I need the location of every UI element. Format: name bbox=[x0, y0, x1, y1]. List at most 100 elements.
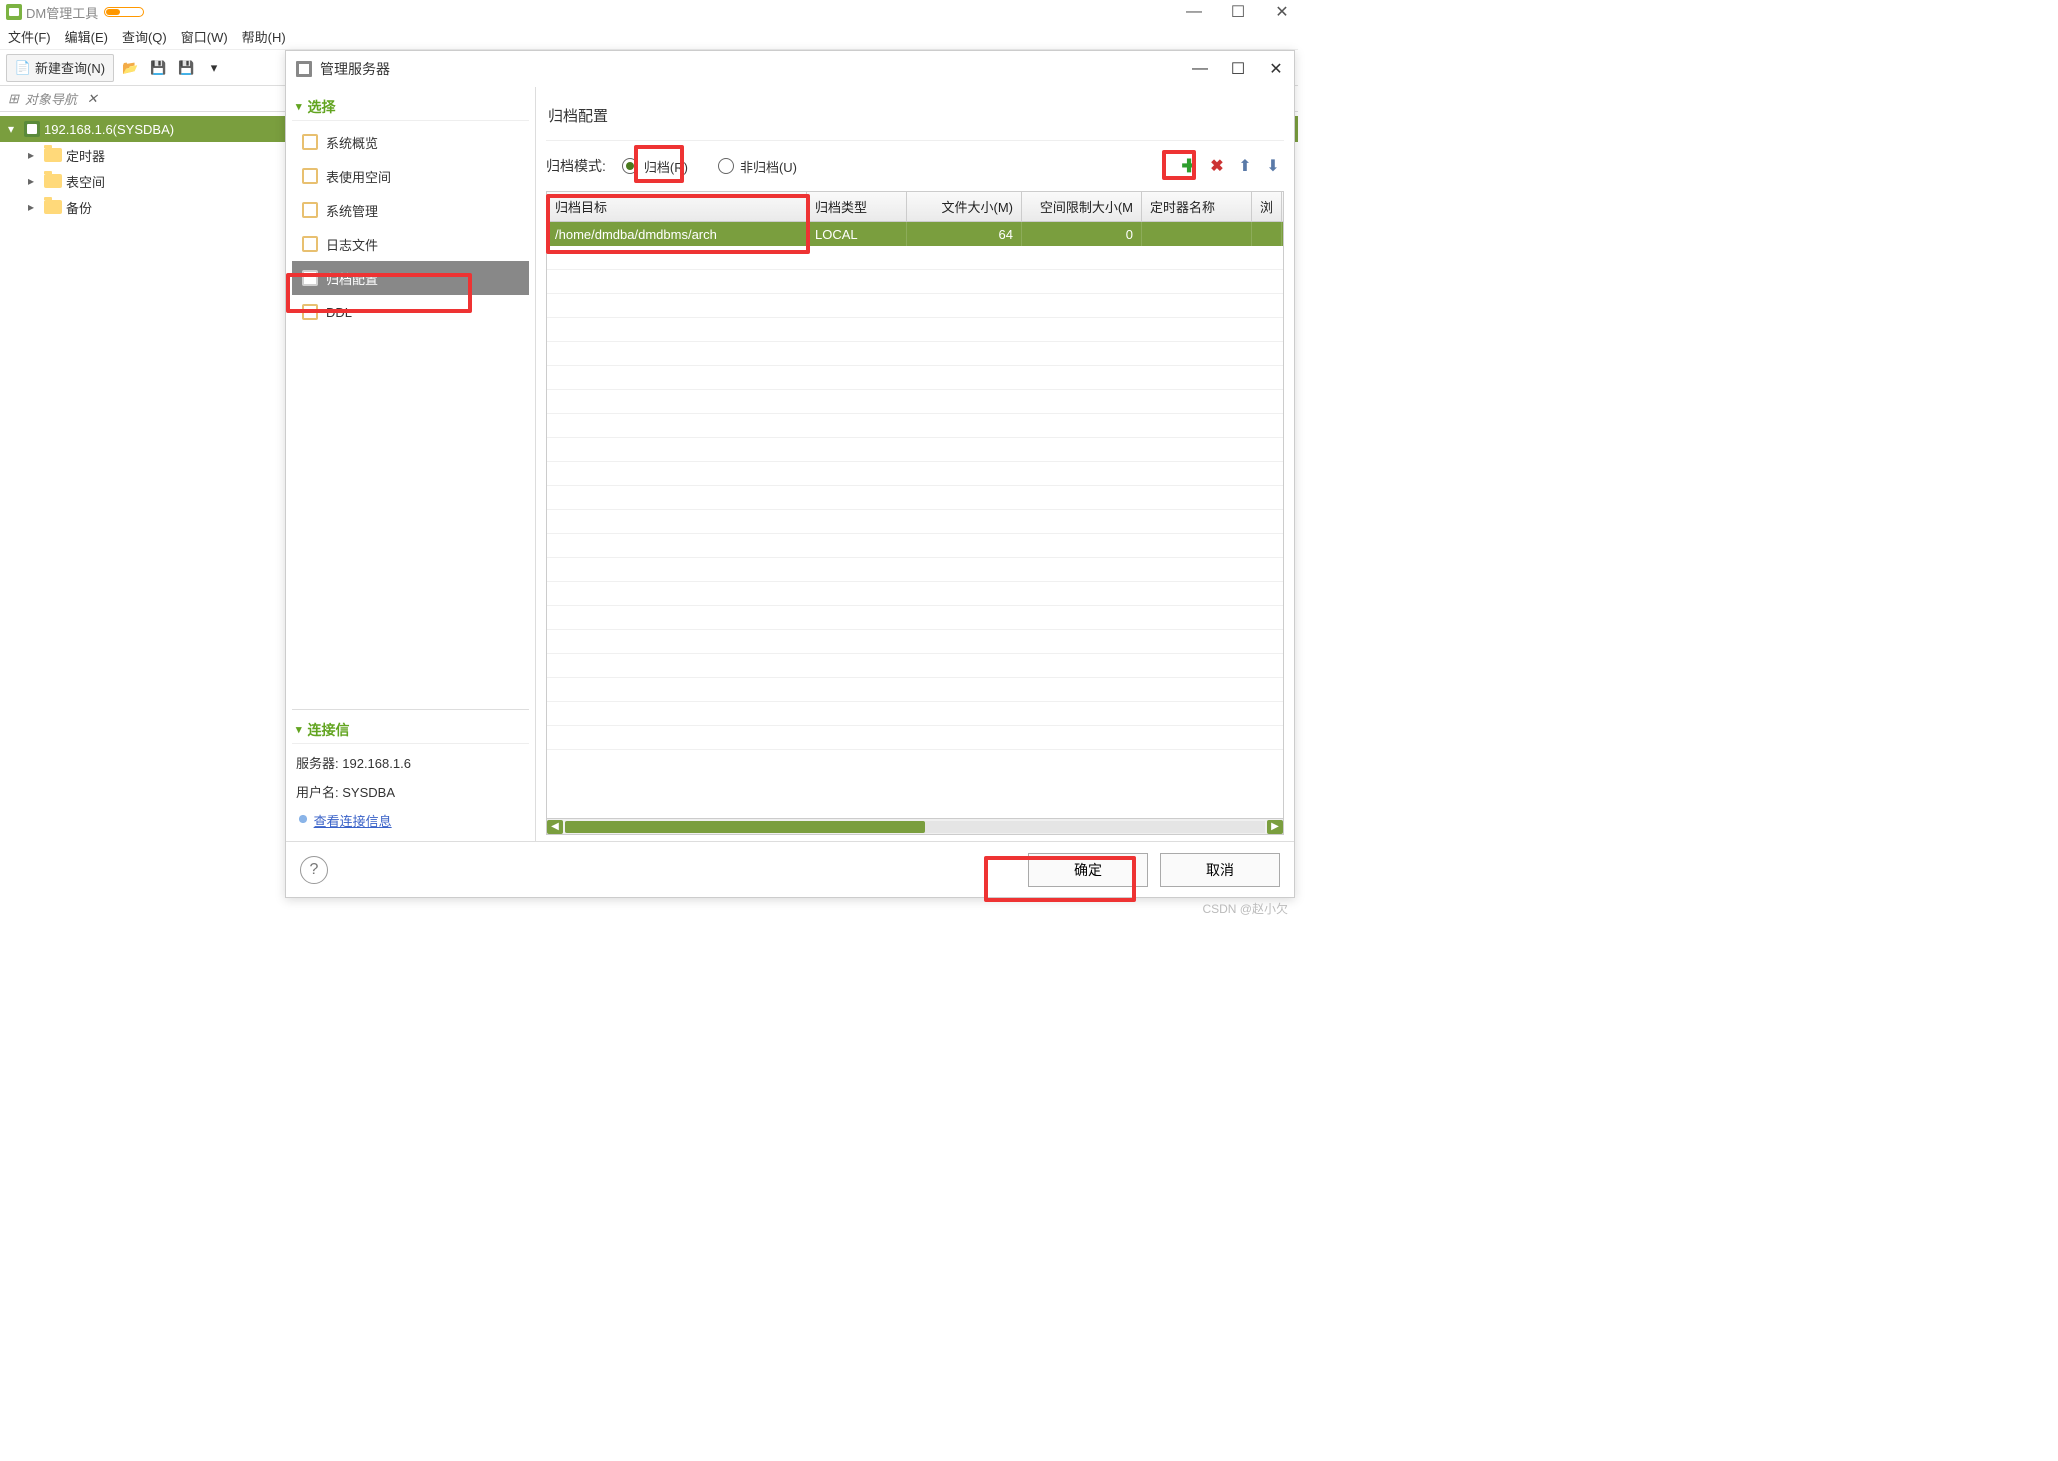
add-row-icon[interactable]: ✚ bbox=[1178, 155, 1200, 177]
mode-actions: ✚ ✖ ⬆ ⬇ bbox=[1178, 155, 1284, 177]
empty-row bbox=[547, 678, 1283, 702]
dialog-minimize-button[interactable]: — bbox=[1192, 61, 1208, 77]
new-query-button[interactable]: 📄 新建查询(N) bbox=[6, 54, 114, 82]
radio-label: 非归档(U) bbox=[740, 157, 797, 176]
empty-row bbox=[547, 534, 1283, 558]
menu-help[interactable]: 帮助(H) bbox=[242, 27, 286, 46]
col-size[interactable]: 文件大小(M) bbox=[907, 192, 1022, 221]
empty-row bbox=[547, 342, 1283, 366]
dialog-close-button[interactable]: ✕ bbox=[1268, 61, 1284, 77]
scroll-thumb[interactable] bbox=[565, 821, 925, 833]
col-timer[interactable]: 定时器名称 bbox=[1142, 192, 1252, 221]
view-conn-link[interactable]: 查看连接信息 bbox=[314, 811, 392, 830]
help-button[interactable]: ? bbox=[300, 856, 328, 884]
empty-row bbox=[547, 318, 1283, 342]
tree-expand-icon[interactable]: ▸ bbox=[28, 200, 40, 214]
dialog-content: 归档配置 归档模式: 归档(R) 非归档(U) ✚ ✖ ⬆ ⬇ bbox=[536, 87, 1294, 841]
folder-icon bbox=[44, 148, 62, 162]
tree-collapse-icon[interactable]: ▾ bbox=[8, 122, 20, 136]
progress-indicator bbox=[104, 7, 144, 17]
sidebar-item-label: DDL bbox=[326, 305, 352, 320]
menu-window[interactable]: 窗口(W) bbox=[181, 27, 228, 46]
cell-browse[interactable] bbox=[1252, 222, 1282, 246]
content-title: 归档配置 bbox=[546, 97, 1284, 141]
sidebar-item-archive[interactable]: 归档配置 bbox=[292, 261, 529, 295]
tree-expand-icon[interactable]: ▸ bbox=[28, 148, 40, 162]
sidebar-item-label: 日志文件 bbox=[326, 235, 378, 254]
sidebar-item-label: 归档配置 bbox=[326, 269, 378, 288]
radio-non-archive[interactable]: 非归档(U) bbox=[718, 157, 797, 176]
page-icon bbox=[302, 168, 318, 184]
empty-row bbox=[547, 270, 1283, 294]
sidebar-item-overview[interactable]: 系统概览 bbox=[292, 125, 529, 159]
tree-label: 定时器 bbox=[66, 146, 105, 165]
scroll-track[interactable] bbox=[565, 821, 1265, 833]
archive-table: 归档目标 归档类型 文件大小(M) 空间限制大小(M 定时器名称 浏 /home… bbox=[546, 191, 1284, 835]
save-icon[interactable]: 💾 bbox=[146, 56, 170, 80]
cell-size[interactable]: 64 bbox=[907, 222, 1022, 246]
new-query-label: 新建查询(N) bbox=[35, 58, 105, 77]
tree-label: 备份 bbox=[66, 198, 92, 217]
close-button[interactable]: ✕ bbox=[1274, 4, 1290, 20]
sidebar-item-logfile[interactable]: 日志文件 bbox=[292, 227, 529, 261]
empty-row bbox=[547, 702, 1283, 726]
main-window-controls: — ☐ ✕ bbox=[1186, 4, 1290, 20]
page-icon bbox=[302, 236, 318, 252]
scroll-right-icon[interactable]: ▶ bbox=[1267, 820, 1283, 834]
ok-button[interactable]: 确定 bbox=[1028, 853, 1148, 887]
sidebar-list: 系统概览 表使用空间 系统管理 日志文件 归档配置 bbox=[292, 125, 529, 329]
cell-type[interactable]: LOCAL bbox=[807, 222, 907, 246]
move-down-icon[interactable]: ⬇ bbox=[1262, 155, 1284, 177]
sidebar-item-ddl[interactable]: DDL bbox=[292, 295, 529, 329]
move-up-icon[interactable]: ⬆ bbox=[1234, 155, 1256, 177]
minimize-button[interactable]: — bbox=[1186, 4, 1202, 20]
mode-label: 归档模式: bbox=[546, 156, 606, 176]
app-title: DM管理工具 bbox=[26, 3, 98, 22]
empty-row bbox=[547, 462, 1283, 486]
delete-row-icon[interactable]: ✖ bbox=[1206, 155, 1228, 177]
object-nav-close-icon[interactable]: ✕ bbox=[87, 91, 98, 107]
col-type[interactable]: 归档类型 bbox=[807, 192, 907, 221]
dialog-maximize-button[interactable]: ☐ bbox=[1230, 61, 1246, 77]
maximize-button[interactable]: ☐ bbox=[1230, 4, 1246, 20]
table-body[interactable]: /home/dmdba/dmdbms/arch LOCAL 64 0 bbox=[547, 222, 1283, 818]
radio-archive[interactable]: 归档(R) bbox=[622, 157, 688, 176]
page-icon bbox=[302, 134, 318, 150]
sidebar-item-tablespace[interactable]: 表使用空间 bbox=[292, 159, 529, 193]
menu-file[interactable]: 文件(F) bbox=[8, 27, 51, 46]
sidebar-item-label: 系统管理 bbox=[326, 201, 378, 220]
menu-query[interactable]: 查询(Q) bbox=[122, 27, 167, 46]
cell-timer[interactable] bbox=[1142, 222, 1252, 246]
page-icon bbox=[302, 304, 318, 320]
scroll-left-icon[interactable]: ◀ bbox=[547, 820, 563, 834]
col-limit[interactable]: 空间限制大小(M bbox=[1022, 192, 1142, 221]
toolbar-dropdown-icon[interactable]: ▾ bbox=[202, 56, 226, 80]
sidebar-section-select[interactable]: 选择 bbox=[292, 93, 529, 121]
cell-target[interactable]: /home/dmdba/dmdbms/arch bbox=[547, 222, 807, 246]
empty-row bbox=[547, 366, 1283, 390]
cell-limit[interactable]: 0 bbox=[1022, 222, 1142, 246]
dialog-title: 管理服务器 bbox=[320, 59, 1192, 79]
empty-row bbox=[547, 606, 1283, 630]
tree-label: 表空间 bbox=[66, 172, 105, 191]
horizontal-scrollbar[interactable]: ◀ ▶ bbox=[547, 818, 1283, 834]
menu-edit[interactable]: 编辑(E) bbox=[65, 27, 108, 46]
col-browse[interactable]: 浏 bbox=[1252, 192, 1282, 221]
empty-row bbox=[547, 438, 1283, 462]
empty-row bbox=[547, 414, 1283, 438]
sidebar-item-sysmanage[interactable]: 系统管理 bbox=[292, 193, 529, 227]
empty-row bbox=[547, 630, 1283, 654]
tree-expand-icon[interactable]: ▸ bbox=[28, 174, 40, 188]
app-icon bbox=[6, 4, 22, 20]
conn-user-row: 用户名: SYSDBA bbox=[292, 777, 529, 806]
empty-row bbox=[547, 558, 1283, 582]
open-folder-icon[interactable]: 📂 bbox=[118, 56, 142, 80]
col-target[interactable]: 归档目标 bbox=[547, 192, 807, 221]
table-row[interactable]: /home/dmdba/dmdbms/arch LOCAL 64 0 bbox=[547, 222, 1283, 246]
cancel-button[interactable]: 取消 bbox=[1160, 853, 1280, 887]
sidebar-section-conn[interactable]: 连接信 bbox=[292, 716, 529, 744]
page-icon bbox=[302, 202, 318, 218]
server-icon bbox=[24, 121, 40, 137]
save-all-icon[interactable]: 💾 bbox=[174, 56, 198, 80]
page-icon bbox=[302, 270, 318, 286]
